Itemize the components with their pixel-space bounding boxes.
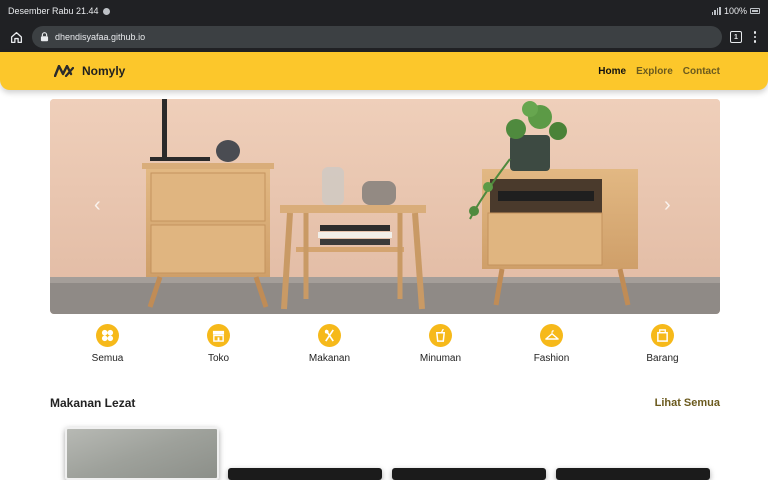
- tab-switcher-button[interactable]: 1: [730, 31, 742, 43]
- drink-icon: [429, 324, 452, 347]
- battery-icon: [750, 8, 760, 14]
- nav-links: Home Explore Contact: [598, 66, 720, 77]
- category-semua[interactable]: Semua: [52, 324, 163, 364]
- category-label: Semua: [91, 353, 124, 364]
- overflow-menu-icon[interactable]: [750, 31, 760, 43]
- battery-level: 100%: [723, 6, 747, 16]
- nav-link-explore[interactable]: Explore: [636, 66, 673, 77]
- section-header: Makanan Lezat Lihat Semua: [50, 396, 720, 410]
- category-barang[interactable]: Barang: [607, 324, 718, 364]
- section-title: Makanan Lezat: [50, 396, 136, 410]
- hero-carousel[interactable]: ‹ ›: [50, 99, 720, 314]
- hanger-icon: [540, 324, 563, 347]
- category-minuman[interactable]: Minuman: [385, 324, 496, 364]
- product-card[interactable]: [392, 468, 546, 480]
- product-card[interactable]: [65, 427, 219, 480]
- category-list: Semua Toko Makanan Minuman Fashion Baran…: [52, 324, 718, 364]
- category-label: Toko: [207, 353, 230, 364]
- category-label: Fashion: [533, 353, 570, 364]
- category-makanan[interactable]: Makanan: [274, 324, 385, 364]
- url-text: dhendisyafaa.github.io: [55, 32, 146, 42]
- box-icon: [651, 324, 674, 347]
- grid-icon: [96, 324, 119, 347]
- see-all-link[interactable]: Lihat Semua: [655, 397, 720, 409]
- product-card[interactable]: [556, 468, 710, 480]
- signal-icon: [711, 7, 721, 15]
- home-button[interactable]: [8, 29, 24, 45]
- store-icon: [207, 324, 230, 347]
- browser-toolbar: dhendisyafaa.github.io 1: [0, 22, 768, 52]
- home-icon: [10, 31, 22, 43]
- category-toko[interactable]: Toko: [163, 324, 274, 364]
- category-fashion[interactable]: Fashion: [496, 324, 607, 364]
- lock-icon: [40, 32, 49, 42]
- nav-link-home[interactable]: Home: [598, 66, 626, 77]
- brand-name: Nomyly: [82, 64, 126, 78]
- notification-icon: [102, 7, 110, 15]
- status-datetime: Desember Rabu 21.44: [8, 6, 99, 16]
- logo-icon: [54, 65, 74, 77]
- site-navbar: Nomyly Home Explore Contact: [0, 52, 768, 90]
- category-label: Barang: [646, 353, 679, 364]
- carousel-prev-button[interactable]: ‹: [94, 194, 101, 217]
- address-bar[interactable]: dhendisyafaa.github.io: [32, 26, 722, 48]
- category-label: Makanan: [308, 353, 351, 364]
- product-card[interactable]: [228, 468, 382, 480]
- carousel-next-button[interactable]: ›: [664, 194, 671, 217]
- status-bar: Desember Rabu 21.44 100%: [0, 0, 768, 22]
- hero-image: [50, 99, 720, 314]
- utensils-icon: [318, 324, 341, 347]
- nav-link-contact[interactable]: Contact: [683, 66, 720, 77]
- brand[interactable]: Nomyly: [54, 64, 125, 78]
- category-label: Minuman: [419, 353, 462, 364]
